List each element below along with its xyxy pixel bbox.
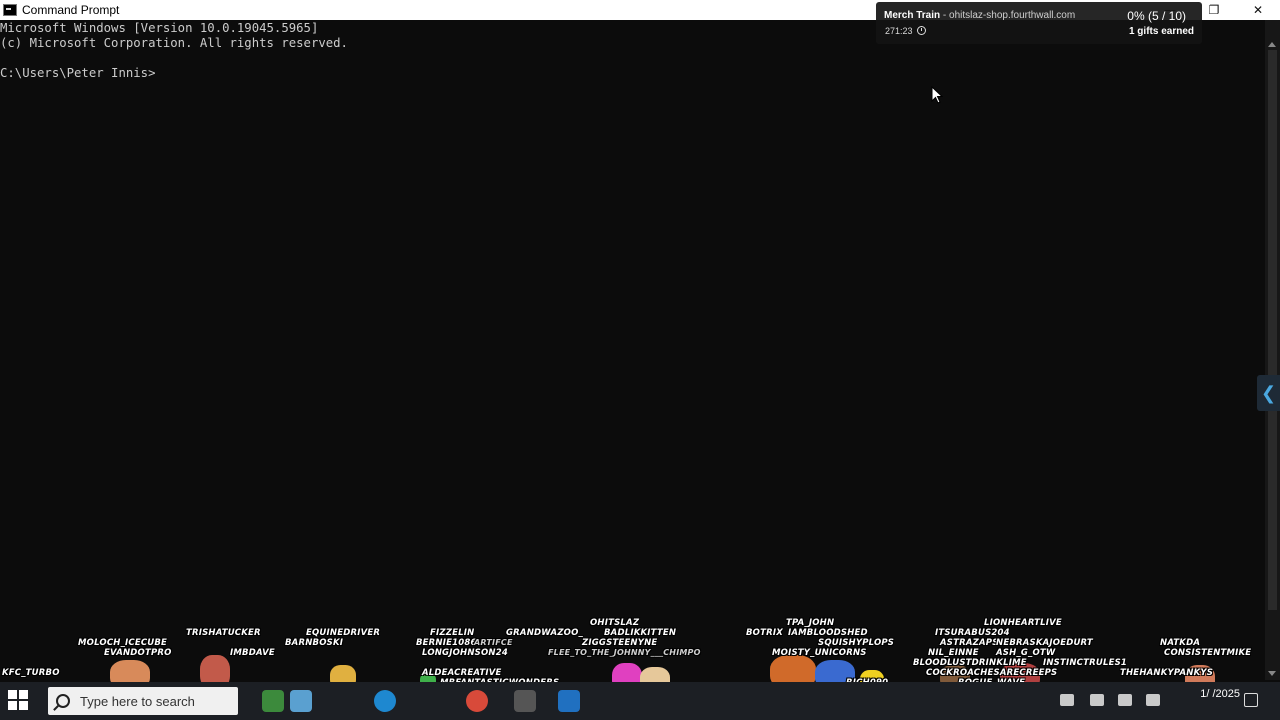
taskbar-search-placeholder: Type here to search — [80, 693, 195, 709]
viewer-name: ALDEACREATIVE — [422, 668, 502, 678]
merch-train-gifts: 1 gifts earned — [1128, 26, 1194, 37]
chrome-browser-icon[interactable] — [466, 690, 488, 712]
tray-icon[interactable] — [1090, 694, 1104, 706]
merch-train-title: Merch Train — [884, 10, 941, 21]
chevron-left-icon: ❮ — [1260, 382, 1277, 404]
console-prompt[interactable]: C:\Users\Peter Innis> — [0, 66, 1265, 81]
clock-date: 1/ /2025 — [1200, 688, 1240, 700]
merch-train-overlay: Merch Train - ohitslaz-shop.fourthwall.c… — [876, 2, 1202, 44]
taskbar-app-icon[interactable] — [514, 690, 536, 712]
viewer-name: COCKROACHESARECREEPS — [926, 668, 1058, 678]
scroll-down-arrow-icon[interactable] — [1268, 671, 1276, 676]
edge-browser-icon[interactable] — [374, 690, 396, 712]
taskbar-search-box[interactable]: Type here to search — [48, 687, 238, 715]
clock-icon — [916, 26, 926, 35]
scroll-up-arrow-icon[interactable] — [1268, 42, 1276, 47]
taskbar-app-icon[interactable] — [262, 690, 284, 712]
scrollbar-thumb[interactable] — [1268, 50, 1277, 610]
viewer-name: KFC_TURBO — [2, 668, 60, 678]
volume-icon[interactable] — [1146, 694, 1160, 706]
taskbar-clock[interactable]: 1/ /2025 — [1200, 688, 1240, 701]
notification-center-icon[interactable] — [1244, 693, 1258, 707]
windows-start-icon[interactable] — [8, 690, 30, 712]
search-icon — [56, 694, 70, 708]
merch-train-heading: Merch Train - ohitslaz-shop.fourthwall.c… — [884, 10, 1075, 21]
side-panel-toggle[interactable]: ❮ — [1257, 375, 1280, 411]
viewer-name: THEHANKYPANKYS — [1120, 668, 1214, 678]
taskbar-app-icon[interactable] — [290, 690, 312, 712]
vertical-scrollbar[interactable] — [1265, 20, 1280, 680]
network-icon[interactable] — [1118, 694, 1132, 706]
merch-train-url: - ohitslaz-shop.fourthwall.com — [940, 10, 1076, 21]
console-output[interactable]: Microsoft Windows [Version 10.0.19045.59… — [0, 20, 1265, 668]
merch-train-progress: 0% (5 / 10) — [1127, 9, 1186, 23]
cmd-app-icon — [3, 4, 17, 16]
tray-icon[interactable] — [1060, 694, 1074, 706]
window-title: Command Prompt — [22, 3, 120, 17]
merch-timer-value: 271:23 — [885, 26, 913, 36]
close-button[interactable]: ✕ — [1236, 0, 1280, 20]
merch-train-timer: 271:23 — [885, 26, 926, 36]
taskbar: Type here to search 1/ /2025 — [0, 682, 1280, 720]
taskbar-app-icon[interactable] — [558, 690, 580, 712]
